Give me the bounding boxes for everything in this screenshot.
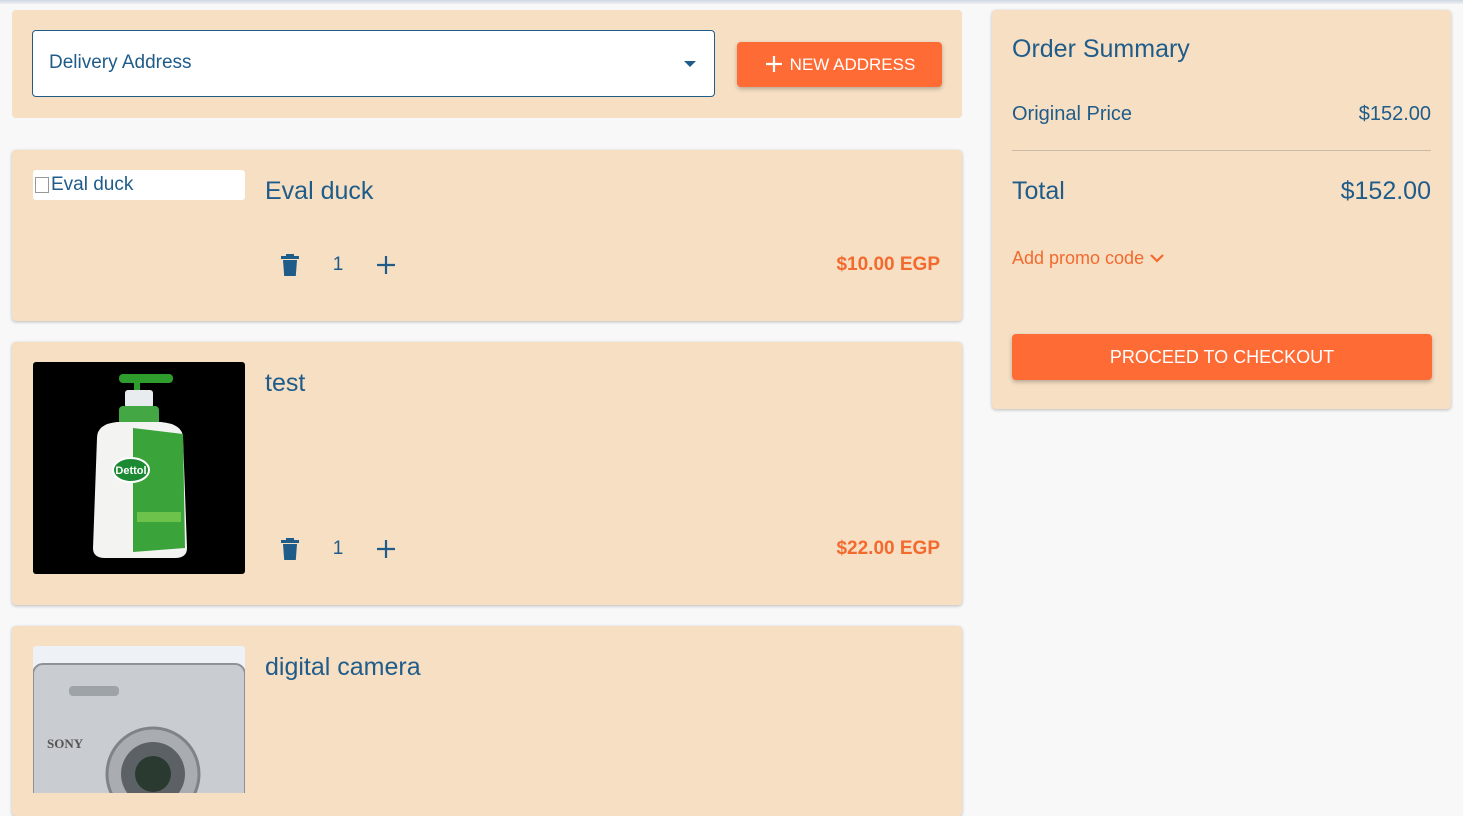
product-title: test [265,369,306,397]
quantity-value: 1 [332,254,344,275]
product-brand-text: Dettol [115,465,146,477]
cart-item: Dettol test 1 $22.00 EGP [12,342,962,605]
product-image: Eval duck [33,170,245,200]
original-price-label: Original Price [1012,103,1133,125]
product-price: $22.00 EGP [836,538,940,559]
dropdown-caret-icon [684,61,696,67]
promo-label: Add promo code [1012,248,1145,268]
product-image-alt: Eval duck [51,174,134,195]
delivery-address-card: Delivery Address NEW ADDRESS [12,10,962,118]
product-image: Dettol [33,362,245,574]
new-address-label: NEW ADDRESS [789,54,916,74]
order-summary-card: Order Summary Original Price $152.00 Tot… [992,10,1451,409]
total-label: Total [1012,177,1065,205]
proceed-to-checkout-button[interactable]: PROCEED TO CHECKOUT [1012,334,1432,380]
plus-icon [764,52,784,78]
chevron-down-icon [1150,253,1164,264]
total-value: $152.00 [1340,177,1431,205]
delivery-address-select[interactable]: Delivery Address [32,30,715,97]
product-price: $10.00 EGP [836,254,940,275]
product-image: SONY [33,646,245,793]
quantity-controls: 1 [278,251,398,279]
delete-icon[interactable] [278,535,302,563]
original-price-value: $152.00 [1358,103,1431,125]
top-bar [0,0,1463,4]
cart-item: SONY digital camera [12,626,962,816]
cart-item: Eval duck Eval duck 1 $10.00 EGP [12,150,962,321]
quantity-controls: 1 [278,535,398,563]
increase-quantity-icon[interactable] [374,251,398,279]
new-address-button[interactable]: NEW ADDRESS [737,42,942,87]
product-title: Eval duck [265,177,374,205]
delivery-address-label: Delivery Address [49,52,192,73]
order-summary-title: Order Summary [1012,35,1190,63]
quantity-value: 1 [332,538,344,559]
add-promo-code-toggle[interactable]: Add promo code [1012,248,1164,269]
increase-quantity-icon[interactable] [374,535,398,563]
broken-image-icon [35,177,49,193]
delete-icon[interactable] [278,251,302,279]
product-brand-text: SONY [47,736,84,751]
product-title: digital camera [265,653,421,681]
summary-divider [1012,150,1431,151]
